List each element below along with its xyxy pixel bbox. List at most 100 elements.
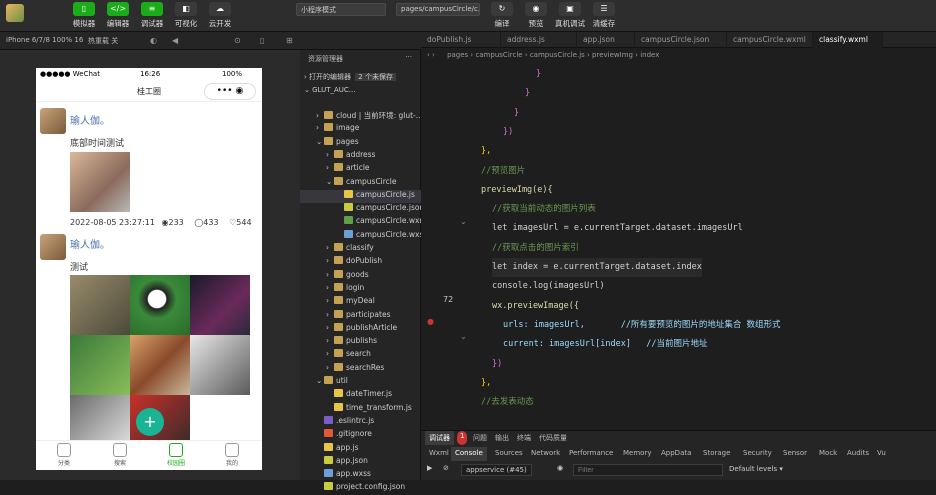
toolbar-button-phone[interactable]: ▯ 模拟器 bbox=[68, 2, 100, 29]
rotate-icon[interactable]: ◐ bbox=[150, 36, 157, 45]
levels-select[interactable]: Default levels ▾ bbox=[729, 465, 783, 473]
devtools-tab[interactable]: AppData bbox=[657, 447, 695, 461]
code-area[interactable]: }}}})}, //预览图片 previewImg(e){//获取当前动态的图片列表… bbox=[481, 64, 936, 430]
file-tree-item[interactable]: › publishs bbox=[300, 336, 421, 349]
avatar[interactable] bbox=[40, 234, 66, 260]
devtools-tab[interactable]: Audits bbox=[843, 447, 873, 461]
panel-tab[interactable]: 输出 bbox=[491, 431, 513, 445]
editor-tab[interactable]: doPublish.js bbox=[421, 32, 501, 48]
post-image[interactable] bbox=[70, 152, 130, 212]
grid-image[interactable] bbox=[130, 335, 190, 395]
post-card[interactable]: 瑜人伽。 测试 bbox=[36, 234, 262, 274]
toolbar-right-button[interactable]: ↻ 编译 bbox=[486, 2, 518, 29]
grid-image[interactable] bbox=[130, 275, 190, 335]
toolbar-right-button[interactable]: ◉ 预览 bbox=[520, 2, 552, 29]
file-tree-item[interactable]: dateTimer.js bbox=[300, 389, 421, 402]
collapse-icon[interactable]: ⌄ bbox=[460, 217, 467, 226]
file-tree-item[interactable]: app.json bbox=[300, 455, 421, 469]
devtools-tab[interactable]: Storage bbox=[699, 447, 734, 461]
split-icon[interactable]: ⊞ bbox=[286, 36, 293, 45]
toolbar-button-code[interactable]: </> 编辑器 bbox=[102, 2, 134, 29]
mode-select[interactable]: 小程序模式 bbox=[296, 3, 386, 16]
panel-tab[interactable]: 1 bbox=[457, 431, 468, 445]
post-username[interactable]: 瑜人伽。 bbox=[70, 236, 110, 251]
breakpoint-icon[interactable]: ● bbox=[427, 317, 434, 326]
add-post-button[interactable]: + bbox=[136, 408, 164, 436]
collapse-icon[interactable]: ⌄ bbox=[460, 332, 467, 341]
editor-tab[interactable]: campusCircle.wxml bbox=[727, 32, 813, 48]
editor-tab[interactable]: address.js bbox=[501, 32, 577, 48]
devtools-tab[interactable]: Sources bbox=[491, 447, 527, 461]
page-select[interactable]: pages/campusCircle/c... bbox=[396, 3, 480, 16]
breadcrumb[interactable]: ‹ › pages › campusCircle › campusCircle.… bbox=[421, 48, 936, 64]
tab-3[interactable]: 我的 bbox=[212, 443, 252, 467]
panel-tab[interactable]: 调试器 bbox=[425, 431, 454, 445]
tab-1[interactable]: 搜索 bbox=[100, 443, 140, 467]
file-tree-item[interactable]: › address bbox=[300, 149, 421, 163]
open-editors-header[interactable]: › 打开的编辑器 2 个未保存 bbox=[304, 72, 396, 82]
panel-tab[interactable]: 代码质量 bbox=[535, 431, 571, 445]
toolbar-button-debug[interactable]: ≡ 调试器 bbox=[136, 2, 168, 29]
avatar[interactable] bbox=[40, 108, 66, 134]
file-tree-item[interactable]: time_transform.js bbox=[300, 402, 421, 416]
filter-input[interactable] bbox=[573, 464, 723, 476]
file-tree-item[interactable]: › participates bbox=[300, 309, 421, 323]
file-tree-item[interactable]: › publishArticle bbox=[300, 322, 421, 336]
editor-tab[interactable]: app.json bbox=[577, 32, 635, 48]
file-tree-item[interactable]: campusCircle.wxml bbox=[300, 216, 421, 229]
devtools-tab[interactable]: Wxml bbox=[425, 447, 453, 461]
file-tree-item[interactable]: project.config.json bbox=[300, 482, 421, 495]
clear-icon[interactable]: ⊘ bbox=[443, 464, 449, 472]
context-select[interactable]: appservice (#45) bbox=[461, 464, 532, 476]
file-tree-item[interactable]: campusCircle.js bbox=[300, 189, 421, 203]
file-tree-item[interactable]: campusCircle.json bbox=[300, 203, 421, 216]
devtools-tab[interactable]: Vu bbox=[873, 447, 890, 461]
file-tree-item[interactable]: › searchRes bbox=[300, 362, 421, 376]
devtools-tab[interactable]: Performance bbox=[565, 447, 617, 461]
grid-image[interactable] bbox=[190, 335, 250, 395]
devtools-tab[interactable]: Memory bbox=[619, 447, 655, 461]
file-tree-item[interactable]: › login bbox=[300, 282, 421, 296]
devtools-tab[interactable]: Network bbox=[527, 447, 564, 461]
devtools-tab[interactable]: Sensor bbox=[779, 447, 811, 461]
file-tree-item[interactable]: ⌄ util bbox=[300, 376, 421, 389]
devtools-tab[interactable]: Console bbox=[451, 447, 487, 461]
file-tree-item[interactable]: app.js bbox=[300, 442, 421, 456]
eye-icon[interactable]: ◉ bbox=[557, 464, 563, 472]
file-tree-item[interactable]: › goods bbox=[300, 269, 421, 283]
back-icon[interactable]: ‹ › bbox=[427, 51, 435, 59]
devtools-tab[interactable]: Mock bbox=[815, 447, 841, 461]
file-tree-item[interactable]: › image bbox=[300, 123, 421, 136]
toolbar-right-button[interactable]: ☰ 清缓存 bbox=[588, 2, 620, 29]
capsule-button[interactable]: ••• ◉ bbox=[204, 83, 256, 100]
panel-tab[interactable]: 终端 bbox=[513, 431, 535, 445]
toolbar-right-button[interactable]: ▣ 真机调试 bbox=[554, 2, 586, 29]
file-tree-item[interactable]: campusCircle.wxss bbox=[300, 229, 421, 243]
file-tree-item[interactable]: app.wxss bbox=[300, 469, 421, 482]
more-icon[interactable]: ··· bbox=[405, 53, 412, 61]
project-header[interactable]: ⌄ GLUT_AUC... bbox=[304, 86, 355, 94]
hotreload-toggle[interactable]: 热重载 关 bbox=[88, 36, 118, 46]
toolbar-button-cloud[interactable]: ☁ 云开发 bbox=[204, 2, 236, 29]
home-icon[interactable]: ⊙ bbox=[234, 36, 241, 45]
editor-tab[interactable]: campusCircle.json bbox=[635, 32, 727, 48]
grid-image[interactable] bbox=[70, 335, 130, 395]
grid-image[interactable] bbox=[70, 275, 130, 335]
file-tree-item[interactable]: › article bbox=[300, 163, 421, 176]
device-select[interactable]: iPhone 6/7/8 100% 16 bbox=[6, 36, 83, 44]
file-tree-item[interactable]: › myDeal bbox=[300, 296, 421, 309]
play-icon[interactable]: ▶ bbox=[427, 464, 432, 472]
file-tree-item[interactable]: › search bbox=[300, 349, 421, 362]
grid-image[interactable] bbox=[190, 275, 250, 335]
panel-tab[interactable]: 问题 bbox=[469, 431, 491, 445]
editor-tab[interactable]: classify.wxml bbox=[813, 32, 883, 48]
tab-2[interactable]: 校园圈 bbox=[156, 443, 196, 467]
file-tree-item[interactable]: .eslintrc.js bbox=[300, 415, 421, 429]
sound-icon[interactable]: ◀ bbox=[172, 36, 178, 45]
file-tree-item[interactable]: ⌄ pages bbox=[300, 136, 421, 150]
file-tree-item[interactable]: › classify bbox=[300, 243, 421, 256]
post-username[interactable]: 瑜人伽。 bbox=[70, 112, 110, 127]
comment-icon[interactable]: ◯ bbox=[194, 218, 203, 227]
phone-icon[interactable]: ▯ bbox=[260, 36, 264, 45]
tab-0[interactable]: 分类 bbox=[44, 443, 84, 467]
